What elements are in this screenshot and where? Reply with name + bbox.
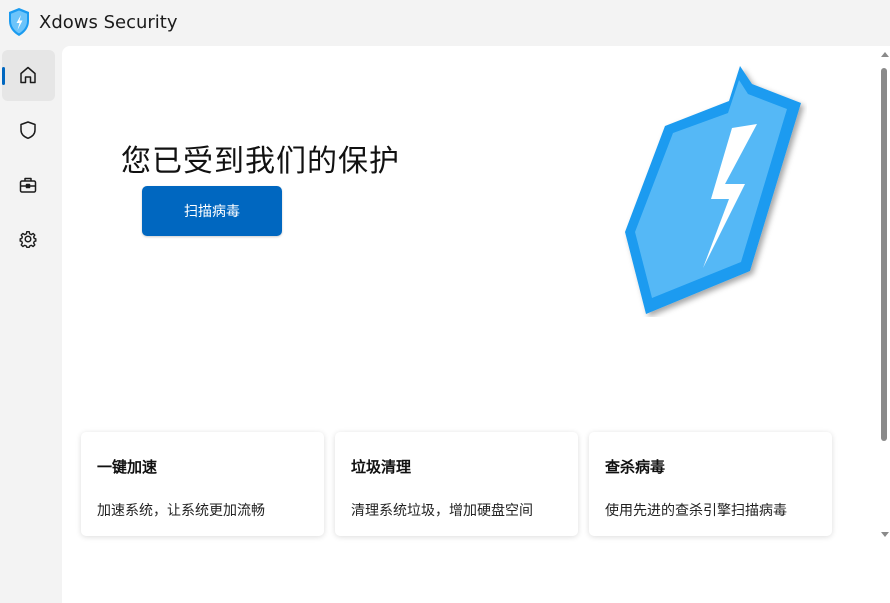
card-title: 查杀病毒 — [605, 458, 666, 476]
app-title: Xdows Security — [39, 12, 178, 33]
main-content: 您已受到我们的保护 扫描病毒 一键加速 加速系统，让系统更加流畅 垃圾清理 清理… — [62, 46, 890, 603]
shield-icon — [20, 121, 36, 140]
home-icon — [20, 66, 36, 84]
sidebar — [0, 46, 62, 603]
sidebar-item-toolbox[interactable] — [2, 160, 55, 211]
card-description: 加速系统，让系统更加流畅 — [97, 503, 265, 519]
scroll-down-arrow-icon[interactable] — [881, 532, 889, 537]
title-bar: Xdows Security — [0, 0, 890, 46]
scroll-thumb[interactable] — [881, 68, 887, 441]
card-junk-cleanup[interactable]: 垃圾清理 清理系统垃圾，增加硬盘空间 — [335, 432, 578, 536]
shield-lightning-icon — [625, 66, 801, 314]
toolbox-icon — [19, 177, 37, 193]
vertical-scrollbar[interactable] — [878, 46, 890, 603]
sidebar-item-home[interactable] — [2, 50, 55, 101]
scroll-up-arrow-icon[interactable] — [881, 52, 889, 57]
card-virus-scan[interactable]: 查杀病毒 使用先进的查杀引擎扫描病毒 — [589, 432, 832, 536]
active-indicator — [2, 67, 5, 85]
sidebar-item-protection[interactable] — [2, 105, 55, 156]
card-speed-up[interactable]: 一键加速 加速系统，让系统更加流畅 — [81, 432, 324, 536]
protection-status-title: 您已受到我们的保护 — [121, 144, 400, 180]
gear-icon — [19, 230, 37, 249]
sidebar-item-settings[interactable] — [2, 214, 55, 265]
card-title: 垃圾清理 — [351, 458, 412, 476]
shield-bolt-icon — [9, 8, 29, 36]
card-description: 使用先进的查杀引擎扫描病毒 — [605, 503, 787, 519]
card-description: 清理系统垃圾，增加硬盘空间 — [351, 503, 533, 519]
card-title: 一键加速 — [97, 458, 158, 476]
scan-virus-button[interactable]: 扫描病毒 — [142, 186, 282, 236]
